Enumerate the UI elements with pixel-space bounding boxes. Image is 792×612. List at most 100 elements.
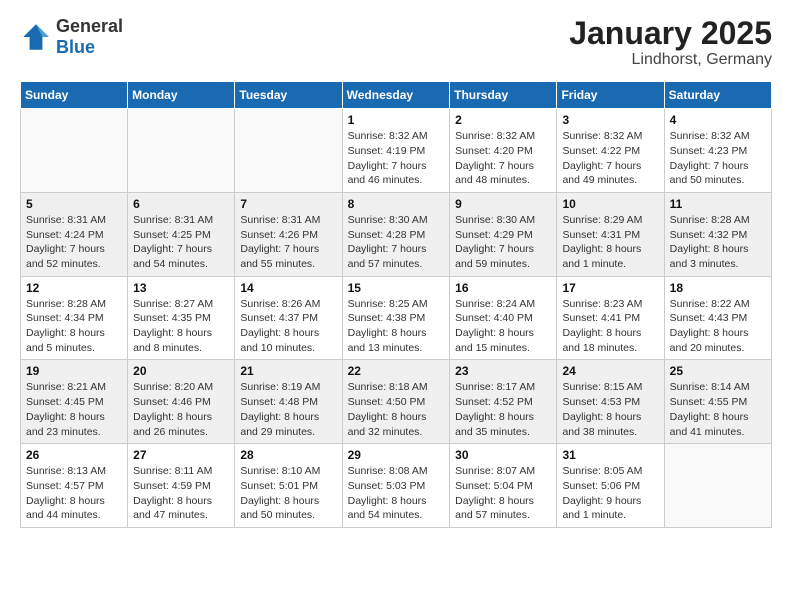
day-number: 17 xyxy=(562,281,658,295)
day-number: 23 xyxy=(455,364,551,378)
day-cell: 24 Sunrise: 8:15 AM Sunset: 4:53 PM Dayli… xyxy=(557,360,664,444)
header-tuesday: Tuesday xyxy=(235,82,342,109)
day-cell: 30Sunrise: 8:07 AM Sunset: 5:04 PM Dayli… xyxy=(450,444,557,528)
day-number: 18 xyxy=(670,281,766,295)
day-number: 3 xyxy=(562,113,658,127)
day-cell: 17 Sunrise: 8:23 AM Sunset: 4:41 PM Dayli… xyxy=(557,276,664,360)
day-number: 13 xyxy=(133,281,229,295)
day-number: 6 xyxy=(133,197,229,211)
day-info: Sunrise: 8:32 AM Sunset: 4:20 PM Dayligh… xyxy=(455,129,551,188)
logo-text-blue: Blue xyxy=(56,37,95,57)
day-cell: 14 Sunrise: 8:26 AM Sunset: 4:37 PM Dayli… xyxy=(235,276,342,360)
day-number: 4 xyxy=(670,113,766,127)
day-number: 27 xyxy=(133,448,229,462)
day-info: Sunrise: 8:19 AM Sunset: 4:48 PM Dayligh… xyxy=(240,380,336,439)
day-cell: 28 Sunrise: 8:10 AM Sunset: 5:01 PM Dayli… xyxy=(235,444,342,528)
day-cell xyxy=(235,109,342,193)
day-number: 24 xyxy=(562,364,658,378)
day-number: 10 xyxy=(562,197,658,211)
day-info: Sunrise: 8:32 AM Sunset: 4:19 PM Dayligh… xyxy=(348,129,445,188)
day-cell: 4 Sunrise: 8:32 AM Sunset: 4:23 PM Daylig… xyxy=(664,109,771,193)
day-number: 22 xyxy=(348,364,445,378)
logo: General Blue xyxy=(20,16,123,58)
day-number: 21 xyxy=(240,364,336,378)
day-info: Sunrise: 8:23 AM Sunset: 4:41 PM Dayligh… xyxy=(562,297,658,356)
day-number: 29 xyxy=(348,448,445,462)
calendar-body: 1 Sunrise: 8:32 AM Sunset: 4:19 PM Daylig… xyxy=(21,109,772,528)
day-cell: 13 Sunrise: 8:27 AM Sunset: 4:35 PM Dayli… xyxy=(128,276,235,360)
logo-text-general: General xyxy=(56,16,123,36)
month-title: January 2025 xyxy=(569,16,772,51)
day-info: Sunrise: 8:20 AM Sunset: 4:46 PM Dayligh… xyxy=(133,380,229,439)
day-info: Sunrise: 8:21 AM Sunset: 4:45 PM Dayligh… xyxy=(26,380,122,439)
header-monday: Monday xyxy=(128,82,235,109)
day-cell: 26 Sunrise: 8:13 AM Sunset: 4:57 PM Dayli… xyxy=(21,444,128,528)
calendar-header-row: SundayMondayTuesdayWednesdayThursdayFrid… xyxy=(21,82,772,109)
day-cell: 10Sunrise: 8:29 AM Sunset: 4:31 PM Dayli… xyxy=(557,192,664,276)
day-info: Sunrise: 8:10 AM Sunset: 5:01 PM Dayligh… xyxy=(240,464,336,523)
day-cell: 2 Sunrise: 8:32 AM Sunset: 4:20 PM Daylig… xyxy=(450,109,557,193)
calendar: SundayMondayTuesdayWednesdayThursdayFrid… xyxy=(20,81,772,528)
day-info: Sunrise: 8:28 AM Sunset: 4:34 PM Dayligh… xyxy=(26,297,122,356)
day-cell: 16 Sunrise: 8:24 AM Sunset: 4:40 PM Dayli… xyxy=(450,276,557,360)
day-info: Sunrise: 8:08 AM Sunset: 5:03 PM Dayligh… xyxy=(348,464,445,523)
day-number: 31 xyxy=(562,448,658,462)
day-cell: 7 Sunrise: 8:31 AM Sunset: 4:26 PM Daylig… xyxy=(235,192,342,276)
day-number: 26 xyxy=(26,448,122,462)
day-info: Sunrise: 8:24 AM Sunset: 4:40 PM Dayligh… xyxy=(455,297,551,356)
day-number: 25 xyxy=(670,364,766,378)
day-info: Sunrise: 8:31 AM Sunset: 4:26 PM Dayligh… xyxy=(240,213,336,272)
day-number: 14 xyxy=(240,281,336,295)
day-number: 5 xyxy=(26,197,122,211)
title-block: January 2025 Lindhorst, Germany xyxy=(569,16,772,69)
week-row-4: 26 Sunrise: 8:13 AM Sunset: 4:57 PM Dayli… xyxy=(21,444,772,528)
day-info: Sunrise: 8:15 AM Sunset: 4:53 PM Dayligh… xyxy=(562,380,658,439)
day-info: Sunrise: 8:26 AM Sunset: 4:37 PM Dayligh… xyxy=(240,297,336,356)
day-number: 20 xyxy=(133,364,229,378)
day-info: Sunrise: 8:31 AM Sunset: 4:24 PM Dayligh… xyxy=(26,213,122,272)
day-cell xyxy=(664,444,771,528)
day-number: 11 xyxy=(670,197,766,211)
day-info: Sunrise: 8:22 AM Sunset: 4:43 PM Dayligh… xyxy=(670,297,766,356)
day-cell: 23 Sunrise: 8:17 AM Sunset: 4:52 PM Dayli… xyxy=(450,360,557,444)
day-info: Sunrise: 8:31 AM Sunset: 4:25 PM Dayligh… xyxy=(133,213,229,272)
day-info: Sunrise: 8:14 AM Sunset: 4:55 PM Dayligh… xyxy=(670,380,766,439)
day-number: 7 xyxy=(240,197,336,211)
logo-icon xyxy=(20,21,52,53)
day-cell: 31 Sunrise: 8:05 AM Sunset: 5:06 PM Dayli… xyxy=(557,444,664,528)
day-info: Sunrise: 8:13 AM Sunset: 4:57 PM Dayligh… xyxy=(26,464,122,523)
page-header: General Blue January 2025 Lindhorst, Ger… xyxy=(20,16,772,69)
day-cell: 8 Sunrise: 8:30 AM Sunset: 4:28 PM Daylig… xyxy=(342,192,450,276)
day-info: Sunrise: 8:25 AM Sunset: 4:38 PM Dayligh… xyxy=(348,297,445,356)
day-cell: 11Sunrise: 8:28 AM Sunset: 4:32 PM Dayli… xyxy=(664,192,771,276)
day-number: 9 xyxy=(455,197,551,211)
day-cell: 12Sunrise: 8:28 AM Sunset: 4:34 PM Dayli… xyxy=(21,276,128,360)
day-number: 19 xyxy=(26,364,122,378)
day-number: 8 xyxy=(348,197,445,211)
week-row-2: 12Sunrise: 8:28 AM Sunset: 4:34 PM Dayli… xyxy=(21,276,772,360)
day-info: Sunrise: 8:32 AM Sunset: 4:22 PM Dayligh… xyxy=(562,129,658,188)
day-cell: 18 Sunrise: 8:22 AM Sunset: 4:43 PM Dayli… xyxy=(664,276,771,360)
day-cell: 15 Sunrise: 8:25 AM Sunset: 4:38 PM Dayli… xyxy=(342,276,450,360)
day-cell: 19 Sunrise: 8:21 AM Sunset: 4:45 PM Dayli… xyxy=(21,360,128,444)
day-info: Sunrise: 8:32 AM Sunset: 4:23 PM Dayligh… xyxy=(670,129,766,188)
week-row-0: 1 Sunrise: 8:32 AM Sunset: 4:19 PM Daylig… xyxy=(21,109,772,193)
day-cell: 20 Sunrise: 8:20 AM Sunset: 4:46 PM Dayli… xyxy=(128,360,235,444)
header-saturday: Saturday xyxy=(664,82,771,109)
day-info: Sunrise: 8:30 AM Sunset: 4:28 PM Dayligh… xyxy=(348,213,445,272)
day-info: Sunrise: 8:27 AM Sunset: 4:35 PM Dayligh… xyxy=(133,297,229,356)
day-cell: 25 Sunrise: 8:14 AM Sunset: 4:55 PM Dayli… xyxy=(664,360,771,444)
day-info: Sunrise: 8:05 AM Sunset: 5:06 PM Dayligh… xyxy=(562,464,658,523)
day-info: Sunrise: 8:17 AM Sunset: 4:52 PM Dayligh… xyxy=(455,380,551,439)
day-number: 2 xyxy=(455,113,551,127)
week-row-3: 19 Sunrise: 8:21 AM Sunset: 4:45 PM Dayli… xyxy=(21,360,772,444)
day-cell: 9Sunrise: 8:30 AM Sunset: 4:29 PM Daylig… xyxy=(450,192,557,276)
day-number: 16 xyxy=(455,281,551,295)
day-number: 28 xyxy=(240,448,336,462)
day-info: Sunrise: 8:11 AM Sunset: 4:59 PM Dayligh… xyxy=(133,464,229,523)
day-number: 1 xyxy=(348,113,445,127)
day-number: 15 xyxy=(348,281,445,295)
day-cell xyxy=(128,109,235,193)
header-thursday: Thursday xyxy=(450,82,557,109)
day-cell: 1 Sunrise: 8:32 AM Sunset: 4:19 PM Daylig… xyxy=(342,109,450,193)
